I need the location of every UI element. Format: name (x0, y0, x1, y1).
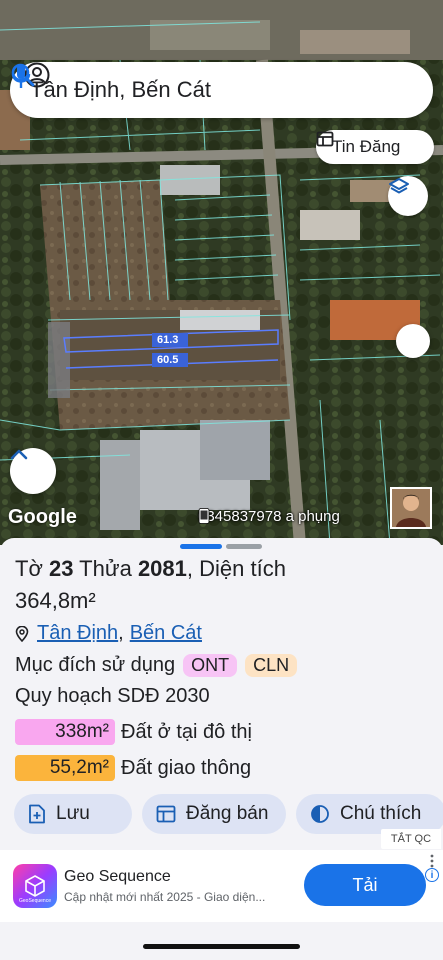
legend-button-label: Chú thích (340, 803, 422, 824)
layers-icon (389, 178, 409, 194)
ad-close-badge[interactable]: TẮT QC (381, 829, 441, 849)
measurement-label-bottom: 60.5 (157, 354, 179, 366)
sheet-handle[interactable] (226, 544, 262, 549)
satellite-map[interactable]: 61.3 60.5 Tân Định, Bến Cát Tin Đăng Goo… (0, 0, 443, 545)
layers-button[interactable] (388, 176, 428, 216)
purpose-label: Mục đích sử dụng (15, 654, 176, 676)
search-query[interactable]: Tân Định, Bến Cát (30, 77, 433, 103)
post-for-sale-button[interactable]: Đăng bán (142, 794, 286, 834)
measurement-label-top: 61.3 (157, 334, 179, 346)
contact-info[interactable]: 0345837978 a phụng (198, 508, 340, 525)
zone-area-residential: 338m² (15, 719, 115, 745)
contact-text: 0345837978 a phụng (198, 508, 340, 525)
listing-icon (156, 805, 176, 823)
listing-chip-label: Tin Đăng (332, 137, 401, 156)
purpose-tag-ont: ONT (183, 654, 238, 677)
parcel-location: Tân Định, Bến Cát (15, 622, 202, 645)
search-bar[interactable]: Tân Định, Bến Cát (10, 62, 433, 118)
land-use-purpose: Mục đích sử dụng ONT CLN (15, 654, 298, 677)
location-pin-icon (15, 625, 29, 642)
more-vert-icon[interactable] (430, 854, 434, 868)
zone-area-traffic: 55,2m² (15, 755, 115, 781)
zone-row-traffic: 55,2m² Đất giao thông (15, 755, 251, 781)
zone-label-traffic: Đất giao thông (121, 756, 252, 779)
ad-banner[interactable]: GeoSequence Geo Sequence Cập nhật mới nh… (0, 850, 443, 922)
purpose-tag-cln: CLN (245, 654, 298, 677)
zone-label-residential: Đất ở tại đô thị (121, 720, 252, 743)
action-buttons: Lưu Đăng bán Chú thích (14, 794, 443, 834)
sheet-handle-active[interactable] (180, 544, 222, 549)
cube-icon (25, 875, 45, 897)
expand-up-button[interactable] (10, 448, 56, 494)
planning-label: Quy hoạch SDĐ 2030 (15, 685, 210, 707)
district-link[interactable]: Bến Cát (130, 622, 202, 645)
microphone-icon[interactable] (10, 62, 32, 90)
opacity-slider-handle[interactable] (396, 324, 430, 358)
sheet-number: 23 (48, 556, 74, 581)
half-circle-icon (311, 805, 329, 823)
parcel-title: Tờ 23 Thửa 2081, Diện tích (15, 556, 286, 581)
person-photo (392, 489, 430, 527)
parcel-number: 2081 (137, 556, 187, 581)
save-plus-icon (29, 804, 45, 824)
phone-icon (198, 508, 210, 524)
ad-info-icon[interactable]: i (425, 868, 439, 882)
download-button[interactable]: Tải (304, 864, 426, 906)
parcel-area: 364,8m² (15, 588, 96, 613)
ad-logo-text: GeoSequence (19, 898, 51, 904)
ad-app-name: Geo Sequence (64, 868, 171, 885)
save-button-label: Lưu (56, 803, 90, 824)
listing-icon (316, 131, 334, 147)
contact-avatar[interactable] (390, 487, 432, 529)
save-button[interactable]: Lưu (14, 794, 132, 834)
chevron-up-icon (10, 449, 28, 460)
listing-chip[interactable]: Tin Đăng (316, 130, 434, 164)
ad-app-logo: GeoSequence (13, 864, 57, 908)
zone-row-residential: 338m² Đất ở tại đô thị (15, 719, 252, 745)
ward-link[interactable]: Tân Định (37, 622, 118, 645)
ad-description: Cập nhật mới nhất 2025 - Giao diện... (64, 890, 266, 904)
legend-button[interactable]: Chú thích (296, 794, 443, 834)
google-attribution: Google (8, 506, 77, 528)
post-for-sale-label: Đăng bán (186, 803, 269, 824)
home-indicator[interactable] (143, 944, 300, 949)
